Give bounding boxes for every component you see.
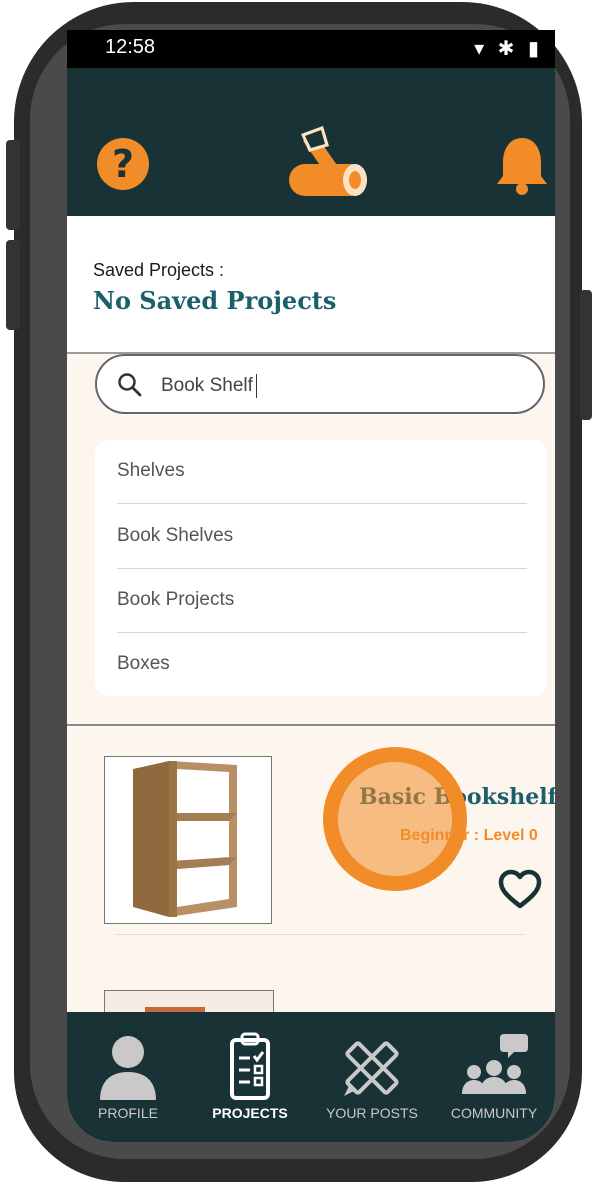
nav-label-your-posts: YOUR POSTS	[326, 1105, 418, 1121]
project-thumbnail[interactable]	[104, 756, 272, 924]
saved-projects-card: Saved Projects : No Saved Projects	[67, 216, 555, 354]
pencil-ruler-icon	[344, 1041, 399, 1096]
section-divider	[67, 724, 555, 726]
person-icon	[100, 1036, 156, 1100]
app-screen: 12:58 ▾ ✱ ▮ ? Saved Projects : No Saved …	[67, 30, 555, 1142]
status-bar: 12:58 ▾ ✱ ▮	[67, 30, 555, 68]
nav-item-community[interactable]: COMMUNITY	[433, 1012, 555, 1142]
phone-side-button	[6, 240, 20, 330]
help-icon[interactable]: ?	[97, 138, 149, 190]
clipboard-icon	[230, 1032, 270, 1100]
bottom-navigation: PROFILE PROJECTS YOUR POSTS COMMUNITY	[67, 1012, 555, 1142]
nav-label-projects: PROJECTS	[212, 1105, 288, 1121]
suggestion-item[interactable]: Book Shelves	[117, 505, 527, 569]
nav-item-your-posts[interactable]: YOUR POSTS	[311, 1012, 433, 1142]
community-icon	[462, 1034, 528, 1094]
phone-side-button	[6, 140, 20, 230]
phone-side-button	[580, 290, 592, 420]
touch-indicator	[323, 747, 467, 891]
saved-projects-value: No Saved Projects	[93, 286, 337, 315]
suggestion-item[interactable]: Book Projects	[117, 569, 527, 633]
axe-log-logo-icon	[289, 126, 367, 196]
status-time: 12:58	[105, 36, 156, 58]
nav-label-community: COMMUNITY	[450, 1105, 538, 1121]
status-icons: ▾ ✱ ▮	[474, 38, 543, 60]
search-input[interactable]: Book Shelf	[95, 354, 545, 414]
heart-outline-icon[interactable]	[497, 868, 543, 910]
search-icon	[118, 373, 142, 397]
app-header: ?	[67, 68, 555, 216]
suggestion-list: Shelves Book Shelves Book Projects Boxes	[95, 440, 547, 696]
bell-icon[interactable]	[495, 134, 549, 196]
list-divider	[115, 934, 525, 935]
search-query-text: Book Shelf	[161, 375, 253, 397]
nav-item-profile[interactable]: PROFILE	[67, 1012, 189, 1142]
suggestion-item[interactable]: Shelves	[117, 440, 527, 504]
suggestion-item[interactable]: Boxes	[117, 633, 527, 697]
nav-item-projects[interactable]: PROJECTS	[189, 1012, 311, 1142]
bookshelf-image	[133, 761, 237, 917]
search-query[interactable]: Book Shelf	[161, 374, 257, 398]
text-caret	[255, 374, 257, 398]
nav-label-profile: PROFILE	[98, 1105, 158, 1121]
saved-projects-label: Saved Projects :	[93, 260, 225, 280]
